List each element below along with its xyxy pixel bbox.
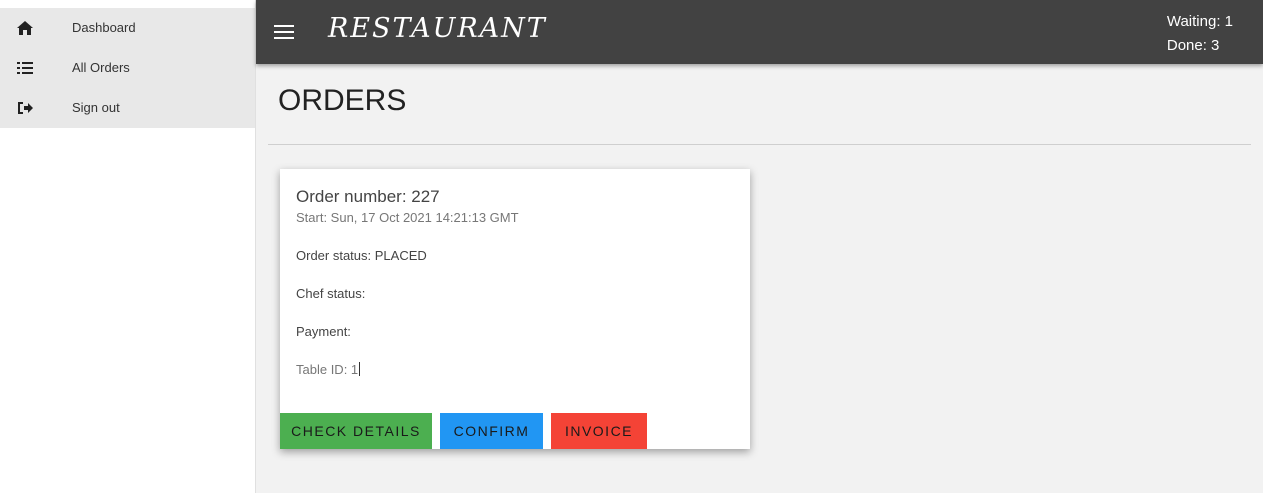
invoice-button[interactable]: INVOICE bbox=[551, 413, 647, 449]
divider bbox=[268, 144, 1251, 145]
sign-out-icon bbox=[16, 99, 34, 117]
table-id-field[interactable]: Table ID: 1 bbox=[296, 362, 361, 377]
order-card: Order number: 227 Start: Sun, 17 Oct 202… bbox=[280, 169, 750, 449]
order-number: Order number: 227 bbox=[296, 187, 440, 206]
list-icon bbox=[16, 59, 34, 77]
sidebar-item-dashboard[interactable]: Dashboard bbox=[0, 8, 255, 48]
waiting-count: Waiting: 1 bbox=[1166, 13, 1233, 30]
table-id: Table ID: 1 bbox=[296, 362, 359, 377]
main-content: ORDERS Order number: 227 Start: Sun, 17 … bbox=[256, 64, 1263, 493]
confirm-button[interactable]: CONFIRM bbox=[440, 413, 543, 449]
sidebar: Dashboard All Orders Sign out bbox=[0, 0, 256, 493]
payment-status: Payment: bbox=[296, 324, 351, 339]
done-count: Done: 3 bbox=[1166, 37, 1220, 54]
page-title: ORDERS bbox=[278, 84, 407, 117]
sidebar-item-label: Dashboard bbox=[72, 20, 136, 35]
sidebar-menu: Dashboard All Orders Sign out bbox=[0, 8, 255, 128]
check-details-button[interactable]: CHECK DETAILS bbox=[280, 413, 432, 449]
sidebar-item-label: All Orders bbox=[72, 60, 130, 75]
order-start-time: Start: Sun, 17 Oct 2021 14:21:13 GMT bbox=[296, 210, 519, 225]
chef-status: Chef status: bbox=[296, 286, 366, 301]
order-status: Order status: PLACED bbox=[296, 248, 427, 263]
home-icon bbox=[16, 19, 34, 37]
hamburger-menu-icon[interactable] bbox=[274, 22, 294, 42]
text-cursor bbox=[359, 362, 361, 376]
sidebar-item-sign-out[interactable]: Sign out bbox=[0, 88, 255, 128]
brand-logo: RESTAURANT bbox=[328, 13, 547, 44]
top-app-bar: RESTAURANT Waiting: 1 Done: 3 bbox=[256, 0, 1263, 64]
sidebar-item-label: Sign out bbox=[72, 100, 120, 115]
sidebar-item-all-orders[interactable]: All Orders bbox=[0, 48, 255, 88]
order-counters: Waiting: 1 Done: 3 bbox=[1167, 10, 1233, 58]
